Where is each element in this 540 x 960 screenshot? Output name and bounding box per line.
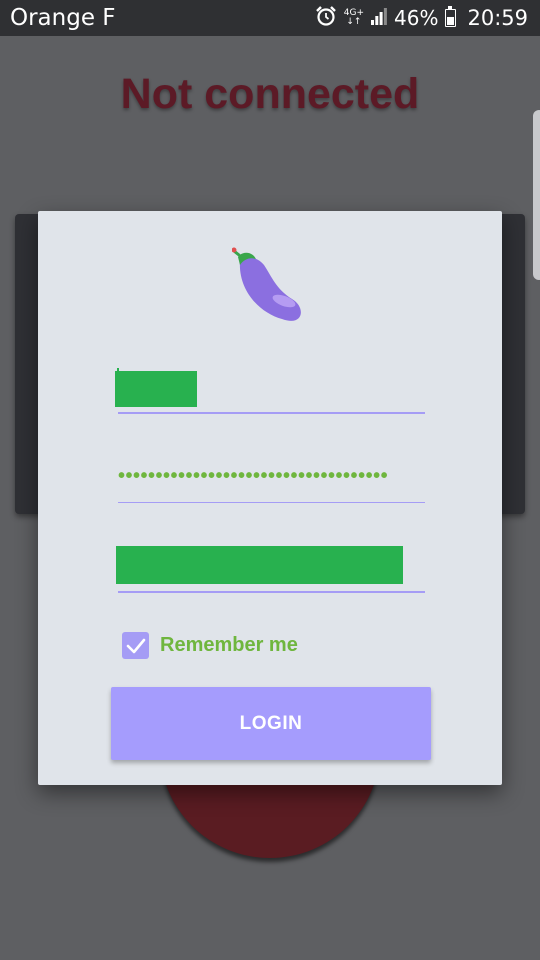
battery-icon [445,6,457,27]
carrier-name: Orange F [10,5,116,31]
eggplant-icon [231,241,314,323]
server-underline [118,591,425,593]
connection-status-title: Not connected [120,70,420,118]
signal-icon [371,7,387,29]
username-value-redacted [115,368,197,407]
clock: 20:59 [467,6,528,30]
server-field[interactable] [116,545,425,593]
battery-percent: 46% [394,6,439,30]
server-value-redacted [116,546,403,584]
checkmark-icon [126,638,145,653]
network-activity-arrows: ↓↑ [346,17,362,27]
remember-me-label: Remember me [160,634,298,656]
network-type-indicator: 4G+ ↓↑ [344,9,364,27]
status-bar: Orange F 4G+ ↓↑ 46% 20:59 [0,0,540,36]
status-icons: 4G+ ↓↑ 46% 20:59 [315,5,528,31]
remember-me-row[interactable]: Remember me [122,632,298,659]
alarm-icon [315,5,337,31]
password-underline [118,501,425,503]
remember-me-checkbox[interactable] [122,632,149,659]
login-button[interactable]: LOGIN [111,687,431,760]
password-mask: •••••••••••••••••••••••••••••••••••• [118,465,389,487]
login-dialog: •••••••••••••••••••••••••••••••••••• Rem… [38,211,502,785]
username-field[interactable] [115,366,425,414]
username-underline [118,412,425,414]
scrollbar [533,110,540,280]
password-field[interactable]: •••••••••••••••••••••••••••••••••••• [118,451,425,503]
